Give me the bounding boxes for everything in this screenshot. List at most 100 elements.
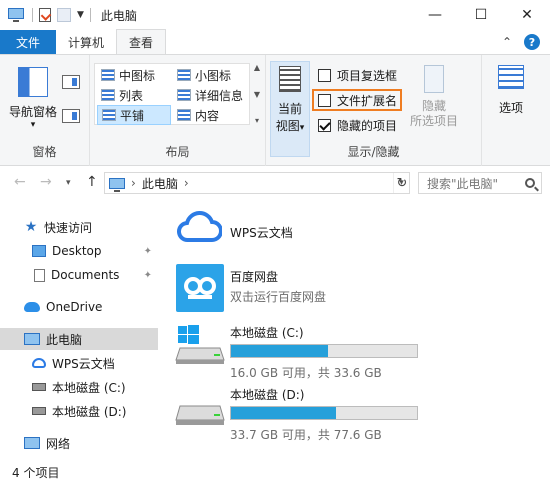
breadcrumb-this-pc[interactable]: 此电脑 [142,175,178,192]
navigation-pane-label: 导航窗格 [8,105,57,119]
details-pane-icon[interactable] [62,109,80,123]
breadcrumb-sep[interactable]: › [131,176,136,190]
scroll-up-icon[interactable]: ▲ [254,63,260,72]
nav-onedrive[interactable]: OneDrive [0,296,158,318]
item-checkboxes-label: 项目复选框 [337,68,398,83]
refresh-button[interactable]: ↻ [394,175,410,191]
layout-medium-icons[interactable]: 中图标 [97,65,171,85]
tile-name: 本地磁盘 (D:) [230,388,305,402]
nav-quick-access[interactable]: ★ 快速访问 [0,216,158,238]
forward-button[interactable]: → [40,174,52,190]
tab-computer[interactable]: 计算机 [56,30,116,54]
navigation-pane: ★ 快速访问 Desktop ✦ Documents ✦ OneDrive 此电… [0,208,158,458]
nav-network[interactable]: 网络 [0,432,158,454]
address-bar[interactable]: › 此电脑 › ▾ [104,172,410,194]
tile-drive-d[interactable]: 本地磁盘 (D:) 33.7 GB 可用，共 77.6 GB [172,382,542,444]
nav-label: 网络 [46,436,71,451]
star-icon: ★ [24,219,38,235]
tab-view[interactable]: 查看 [116,29,167,54]
nav-wps[interactable]: WPS云文档 [0,352,158,374]
minimize-button[interactable]: — [412,0,458,30]
layout-content[interactable]: 内容 [173,105,249,125]
hidden-items-checkbox[interactable] [318,118,331,132]
chevron-down-icon: ▾ [299,123,305,133]
pin-icon[interactable]: ✦ [144,270,152,281]
tile-name: 百度网盘 [230,270,279,284]
nav-this-pc[interactable]: 此电脑 [0,328,158,350]
item-checkboxes-option[interactable]: 项目复选框 [318,65,397,85]
tile-wps-cloud[interactable]: WPS云文档 [172,208,542,258]
small-icons-icon [177,69,191,81]
ribbon: 导航窗格 ▾ 窗格 中图标 小图标 列表 详细信息 平铺 内容 ▲ ▼ ▾ 布局… [0,54,550,166]
maximize-button[interactable]: ☐ [458,0,504,30]
properties-icon[interactable] [39,8,51,22]
hide-selected-button[interactable]: 隐藏 所选项目 [406,63,462,129]
this-pc-icon[interactable] [8,8,26,22]
tile-name: 本地磁盘 (C:) [230,326,304,340]
customize-toolbar-icon[interactable]: ▼ [77,10,84,20]
up-button[interactable]: ↑ [86,174,98,190]
details-icon [177,89,191,101]
hide-selected-label: 隐藏 [421,99,446,113]
layout-scroll[interactable]: ▲ ▼ ▾ [252,63,262,125]
scroll-down-icon[interactable]: ▼ [254,90,260,99]
hide-selected-icon [424,65,444,93]
layout-details[interactable]: 详细信息 [173,85,249,105]
list-icon [101,89,115,101]
network-icon [24,437,40,449]
layout-group-label: 布局 [165,145,190,159]
pin-icon[interactable]: ✦ [144,246,152,257]
wps-cloud-icon [32,358,46,368]
tile-drive-c[interactable]: 本地磁盘 (C:) 16.0 GB 可用，共 33.6 GB [172,320,542,382]
tab-file[interactable]: 文件 [0,30,56,54]
drive-icon [32,407,46,415]
layout-item-label: 内容 [195,108,220,123]
this-pc-icon [24,333,40,345]
nav-label: 快速访问 [44,220,93,235]
layout-tiles[interactable]: 平铺 [97,105,171,125]
current-view-label-2: 视图▾ [275,119,305,133]
new-folder-icon[interactable] [57,8,71,22]
tile-name: WPS云文档 [230,226,293,240]
tile-baidu-netdisk[interactable]: 百度网盘 双击运行百度网盘 [172,264,542,318]
hidden-items-option[interactable]: 隐藏的项目 [318,115,397,135]
layout-item-label: 详细信息 [195,88,244,103]
nav-desktop[interactable]: Desktop ✦ [0,240,158,262]
back-button[interactable]: ← [14,174,26,190]
nav-label: 本地磁盘 (D:) [52,404,127,419]
baidu-netdisk-icon [176,264,224,312]
ribbon-tabs: 文件 计算机 查看 ⌃ ? [0,29,550,54]
layout-gallery: 中图标 小图标 列表 详细信息 平铺 内容 [94,63,250,125]
quick-access-toolbar: ▼ [32,8,91,22]
help-icon[interactable]: ? [524,34,540,50]
close-button[interactable]: ✕ [504,0,550,30]
toolbar-divider [32,8,33,22]
options-icon [498,65,524,89]
recent-locations-button[interactable]: ▾ [66,178,71,188]
item-checkboxes-checkbox[interactable] [318,68,331,82]
hide-selected-label-2: 所选项目 [409,114,458,128]
current-view-icon [279,66,301,92]
documents-icon [34,268,45,282]
nav-drive-d[interactable]: 本地磁盘 (D:) [0,400,158,422]
nav-label: WPS云文档 [52,356,115,371]
nav-label: Desktop [52,244,102,258]
drive-icon [175,405,225,425]
nav-drive-c[interactable]: 本地磁盘 (C:) [0,376,158,398]
collapse-ribbon-icon[interactable]: ⌃ [502,35,512,49]
layout-list[interactable]: 列表 [97,85,171,105]
drive-icon [32,383,46,391]
layout-small-icons[interactable]: 小图标 [173,65,249,85]
breadcrumb-sep[interactable]: › [184,176,189,190]
layout-group: 中图标 小图标 列表 详细信息 平铺 内容 ▲ ▼ ▾ 布局 [90,55,266,166]
panes-group-label: 窗格 [32,145,57,159]
search-placeholder: 搜索"此电脑" [427,176,499,191]
current-view-label: 当前 [277,102,302,116]
nav-documents[interactable]: Documents ✦ [0,264,158,286]
preview-pane-icon[interactable] [62,75,80,89]
navigation-pane-button[interactable]: 导航窗格 ▾ [6,63,60,130]
nav-label: Documents [51,268,120,282]
expand-gallery-icon[interactable]: ▾ [255,116,259,125]
options-button[interactable]: 选项 [486,65,536,116]
search-input[interactable]: 搜索"此电脑" [418,172,542,194]
